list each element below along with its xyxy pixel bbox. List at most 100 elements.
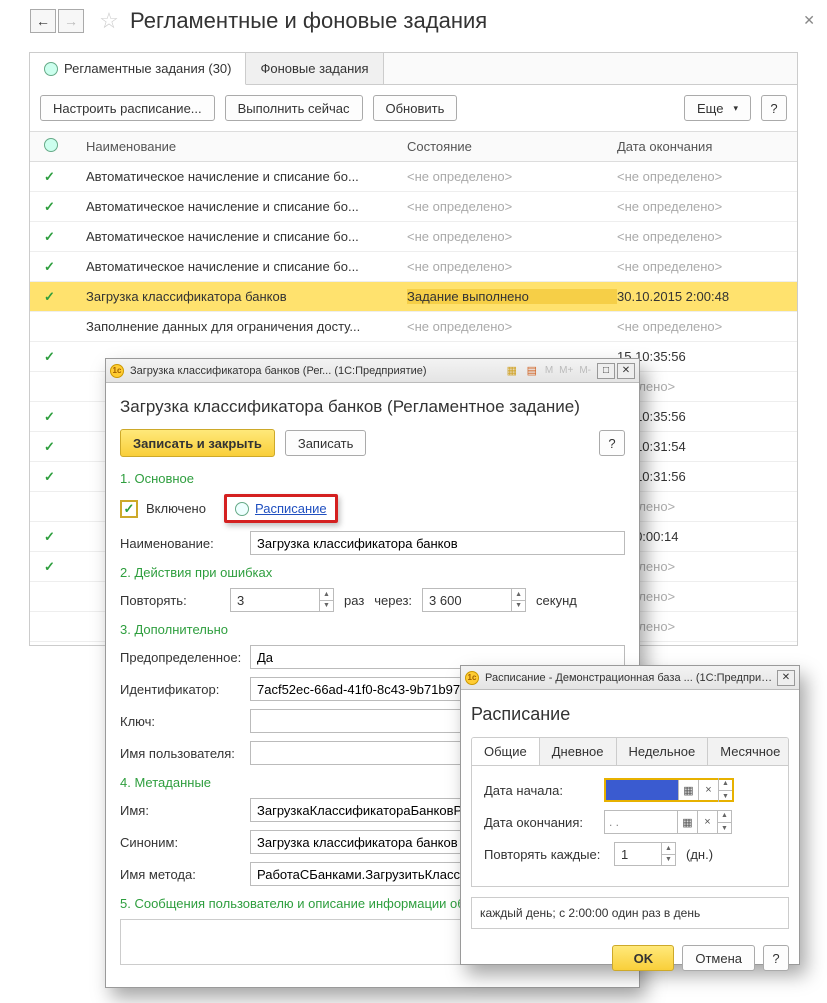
help-button[interactable]: ? bbox=[599, 430, 625, 456]
repeat-label: Повторять: bbox=[120, 593, 230, 608]
calculator-icon[interactable]: ▦ bbox=[505, 364, 519, 378]
col-name[interactable]: Наименование bbox=[86, 139, 407, 154]
name-label: Наименование: bbox=[120, 536, 250, 551]
end-date-input[interactable]: . . ▦ × ▲▼ bbox=[604, 810, 732, 834]
section-additional: 3. Дополнительно bbox=[120, 622, 625, 637]
schedule-link[interactable]: Расписание bbox=[255, 501, 327, 516]
end-date-field[interactable]: . . bbox=[605, 811, 677, 833]
start-date-input[interactable]: ▦ × ▲▼ bbox=[604, 778, 734, 802]
col-date[interactable]: Дата окончания bbox=[617, 139, 797, 154]
check-icon: ✓ bbox=[44, 289, 55, 304]
forward-button[interactable]: → bbox=[58, 9, 84, 33]
repeat-unit-label: (дн.) bbox=[686, 847, 713, 862]
schedule-title: Расписание bbox=[471, 704, 789, 725]
ok-button[interactable]: OK bbox=[612, 945, 674, 971]
tab-background-jobs[interactable]: Фоновые задания bbox=[246, 53, 383, 84]
m-minus-icon[interactable]: M- bbox=[579, 365, 591, 376]
back-button[interactable]: ← bbox=[30, 9, 56, 33]
refresh-button[interactable]: Обновить bbox=[373, 95, 458, 121]
cell-date: еделено> bbox=[617, 589, 797, 604]
m-plus-icon[interactable]: M+ bbox=[559, 365, 573, 376]
check-icon: ✓ bbox=[44, 559, 55, 574]
m-icon[interactable]: M bbox=[545, 365, 553, 376]
clear-icon[interactable]: × bbox=[697, 811, 717, 833]
cell-name: Автоматическое начисление и списание бо.… bbox=[86, 169, 407, 184]
tab-weekly[interactable]: Недельное bbox=[617, 738, 709, 765]
col-state[interactable]: Состояние bbox=[407, 139, 617, 154]
cell-date: еделено> bbox=[617, 379, 797, 394]
cell-date: 15 10:31:56 bbox=[617, 469, 797, 484]
schedule-link-highlight: Расписание bbox=[224, 494, 338, 523]
table-row[interactable]: ✓Автоматическое начисление и списание бо… bbox=[30, 192, 797, 222]
table-row[interactable]: ✓Загрузка классификатора банковЗадание в… bbox=[30, 282, 797, 312]
maximize-icon[interactable]: □ bbox=[597, 363, 615, 379]
dialog-titlebar[interactable]: 1c Расписание - Демонстрационная база ..… bbox=[461, 666, 799, 690]
table-row[interactable]: ✓Автоматическое начисление и списание бо… bbox=[30, 162, 797, 192]
times-label: раз bbox=[344, 593, 364, 608]
table-row[interactable]: ✓Автоматическое начисление и списание бо… bbox=[30, 252, 797, 282]
close-icon[interactable]: ✕ bbox=[777, 670, 795, 686]
tab-general[interactable]: Общие bbox=[472, 738, 540, 765]
end-date-label: Дата окончания: bbox=[484, 815, 604, 830]
dialog-titlebar[interactable]: 1c Загрузка классификатора банков (Рег..… bbox=[106, 359, 639, 383]
close-icon[interactable]: ✕ bbox=[617, 363, 635, 379]
cancel-button[interactable]: Отмена bbox=[682, 945, 755, 971]
cell-state: <не определено> bbox=[407, 319, 617, 334]
date-spinner[interactable]: ▲▼ bbox=[717, 810, 731, 834]
key-label: Ключ: bbox=[120, 714, 250, 729]
tab-label: Фоновые задания bbox=[260, 61, 368, 76]
help-button[interactable]: ? bbox=[763, 945, 789, 971]
repeat-every-label: Повторять каждые: bbox=[484, 847, 614, 862]
help-button[interactable]: ? bbox=[761, 95, 787, 121]
check-icon: ✓ bbox=[44, 229, 55, 244]
cell-state: Задание выполнено bbox=[407, 289, 617, 304]
enabled-checkbox[interactable]: ✓ bbox=[120, 500, 138, 518]
tab-daily[interactable]: Дневное bbox=[540, 738, 617, 765]
calendar-picker-icon[interactable]: ▦ bbox=[677, 811, 697, 833]
tab-panel-general: Дата начала: ▦ × ▲▼ Дата окончания: . . … bbox=[471, 765, 789, 887]
cell-name: Заполнение данных для ограничения досту.… bbox=[86, 319, 407, 334]
predefined-label: Предопределенное: bbox=[120, 650, 250, 665]
tab-scheduled-jobs[interactable]: Регламентные задания (30) bbox=[30, 53, 246, 85]
more-button[interactable]: Еще bbox=[684, 95, 751, 121]
identifier-label: Идентификатор: bbox=[120, 682, 250, 697]
section-errors: 2. Действия при ошибках bbox=[120, 565, 625, 580]
calendar-picker-icon[interactable]: ▦ bbox=[678, 780, 698, 800]
section-main: 1. Основное bbox=[120, 471, 625, 486]
interval-input[interactable]: 3 600 bbox=[422, 588, 512, 612]
name-input[interactable] bbox=[250, 531, 625, 555]
run-now-button[interactable]: Выполнить сейчас bbox=[225, 95, 363, 121]
clear-icon[interactable]: × bbox=[698, 780, 718, 800]
calendar-icon[interactable]: ▤ bbox=[525, 364, 539, 378]
globe-icon bbox=[44, 62, 58, 76]
check-icon: ✓ bbox=[44, 409, 55, 424]
synonym-label: Синоним: bbox=[120, 835, 250, 850]
cell-date: еделено> bbox=[617, 619, 797, 634]
repeat-every-spinner[interactable]: ▲▼ bbox=[662, 842, 676, 866]
table-row[interactable]: ✓ Автоматическое начисление и списание бо… bbox=[30, 222, 797, 252]
globe-icon bbox=[44, 138, 58, 152]
enabled-label: Включено bbox=[146, 501, 206, 516]
tab-monthly[interactable]: Месячное bbox=[708, 738, 789, 765]
page-title: Регламентные и фоновые задания bbox=[130, 8, 487, 34]
close-icon[interactable]: ✕ bbox=[803, 12, 815, 29]
cell-name: Автоматическое начисление и списание бо.… bbox=[86, 229, 407, 244]
page-header: ← → ☆ Регламентные и фоновые задания ✕ bbox=[0, 0, 827, 40]
main-tabs: Регламентные задания (30) Фоновые задани… bbox=[30, 53, 797, 85]
save-and-close-button[interactable]: Записать и закрыть bbox=[120, 429, 275, 457]
start-date-field[interactable] bbox=[606, 780, 678, 800]
setup-schedule-button[interactable]: Настроить расписание... bbox=[40, 95, 215, 121]
check-icon: ✓ bbox=[44, 469, 55, 484]
date-spinner[interactable]: ▲▼ bbox=[718, 778, 732, 802]
save-button[interactable]: Записать bbox=[285, 430, 367, 456]
table-row[interactable]: Заполнение данных для ограничения досту.… bbox=[30, 312, 797, 342]
interval-spinner[interactable]: ▲▼ bbox=[512, 588, 526, 612]
cell-date: <не определено> bbox=[617, 259, 797, 274]
repeat-every-input[interactable]: 1 bbox=[614, 842, 662, 866]
seconds-label: секунд bbox=[536, 593, 577, 608]
cell-state: <не определено> bbox=[407, 229, 617, 244]
method-label: Имя метода: bbox=[120, 867, 250, 882]
repeat-count-input[interactable]: 3 bbox=[230, 588, 320, 612]
repeat-count-spinner[interactable]: ▲▼ bbox=[320, 588, 334, 612]
favorite-star-icon[interactable]: ☆ bbox=[98, 10, 120, 32]
